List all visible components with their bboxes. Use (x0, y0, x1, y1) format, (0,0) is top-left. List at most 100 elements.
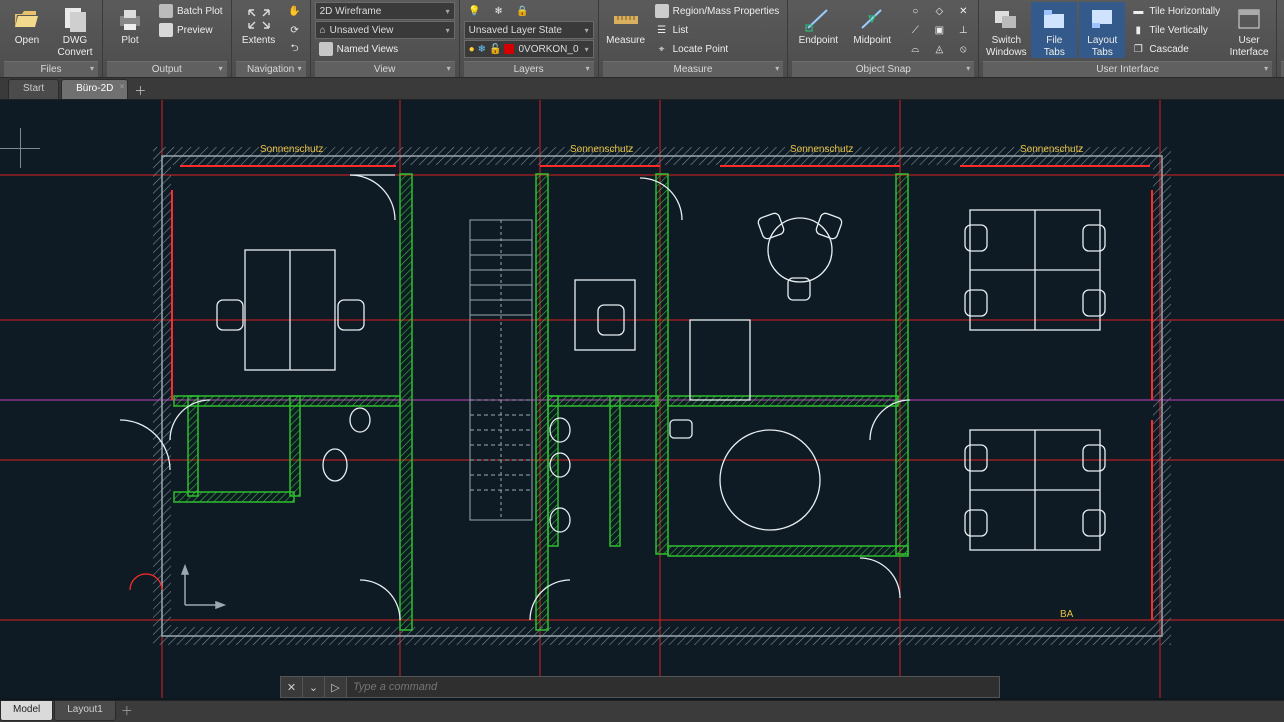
osnap-node-button[interactable]: ◇ (928, 2, 950, 20)
panel-title-measure[interactable]: Measure (603, 61, 784, 77)
tab-start[interactable]: Start (8, 79, 59, 99)
zoom-back-button[interactable]: ⮌ (284, 40, 306, 58)
list-button[interactable]: ☰List (651, 21, 784, 39)
measure-button[interactable]: Measure (603, 2, 649, 58)
endpoint-button[interactable]: Endpoint (792, 2, 844, 58)
dwg-convert-icon (60, 4, 90, 34)
osnap-nearest-button[interactable]: ◬ (928, 40, 950, 58)
batch-plot-button[interactable]: Batch Plot (155, 2, 227, 20)
plot-label: Plot (121, 35, 138, 46)
preview-button[interactable]: Preview (155, 21, 227, 39)
panel-osnap: Endpoint Midpoint ○ ◇ ✕ ⟋ ▣ ⊥ ⌓ (788, 0, 979, 77)
current-layer-dropdown[interactable]: ●❄🔓 0VORKON_0 (464, 40, 594, 58)
region-mass-button[interactable]: Region/Mass Properties (651, 2, 784, 20)
cmd-close-button[interactable]: ✕ (281, 677, 303, 697)
tile-vertically-button[interactable]: ▮Tile Vertically (1127, 21, 1224, 39)
panel-files: Open DWG Convert Files (0, 0, 103, 77)
ui-label2: Interface (1230, 47, 1269, 58)
endpoint-label: Endpoint (799, 35, 838, 46)
named-views-button[interactable]: Named Views (315, 40, 455, 58)
new-tab-button[interactable]: ＋ (130, 81, 150, 99)
drawing-canvas[interactable]: Sonnenschutz Sonnenschutz Sonnenschutz S… (0, 100, 1284, 698)
command-bar: ✕ ⌄ ▷ (280, 676, 1000, 698)
osnap-perp-button[interactable]: ⊥ (952, 21, 974, 39)
panel-layers: 💡 ❄ 🔒 Unsaved Layer State ●❄🔓 0VORKON_0 … (460, 0, 599, 77)
folder-open-icon (12, 4, 42, 34)
switch-label1: Switch (992, 35, 1021, 46)
panel-title-navigation[interactable]: Navigation (236, 61, 306, 77)
tab-model[interactable]: Model (0, 701, 53, 721)
osnap-insertion-icon: ▣ (932, 23, 946, 37)
lock-icon: 🔒 (516, 4, 530, 18)
layer-color-swatch (504, 44, 514, 54)
osnap-perp-icon: ⊥ (956, 23, 970, 37)
extents-icon (244, 4, 274, 34)
new-layout-button[interactable]: ＋ (117, 701, 137, 719)
dwg-convert-button[interactable]: DWG Convert (52, 2, 98, 58)
locate-point-label: Locate Point (673, 44, 729, 55)
osnap-center-icon: ○ (908, 4, 922, 18)
tile-horizontally-button[interactable]: ▬ Tile Horizontally (1127, 2, 1224, 20)
panel-title-view[interactable]: View (315, 61, 455, 77)
panel-title-output[interactable]: Output (107, 61, 227, 77)
ui-icon (1234, 4, 1264, 34)
layer-iso-icon: ❄ (492, 4, 506, 18)
osnap-nearest-icon: ◬ (932, 42, 946, 56)
switch-windows-button[interactable]: Switch Windows (983, 2, 1029, 58)
layer-iso-button[interactable]: ❄ (488, 2, 510, 20)
close-icon[interactable]: × (120, 82, 125, 91)
layer-state-dropdown[interactable]: Unsaved Layer State (464, 21, 594, 39)
file-tabs-toggle[interactable]: File Tabs (1031, 2, 1077, 58)
plot-button[interactable]: Plot (107, 2, 153, 58)
layer-lock-button[interactable]: 🔒 (512, 2, 534, 20)
panel-title-ui[interactable]: User Interface (983, 61, 1272, 77)
extents-button[interactable]: Extents (236, 2, 282, 58)
osnap-intersection-icon: ✕ (956, 4, 970, 18)
tab-layout1[interactable]: Layout1 (54, 701, 116, 721)
open-button[interactable]: Open (4, 2, 50, 58)
tile-h-icon: ▬ (1131, 4, 1145, 18)
tab-model-label: Model (13, 704, 40, 715)
batch-plot-label: Batch Plot (177, 6, 223, 17)
tab-document-label: Büro-2D (76, 83, 113, 94)
svg-text:Sonnenschutz: Sonnenschutz (570, 144, 633, 155)
osnap-center-button[interactable]: ○ (904, 2, 926, 20)
panel-title-files[interactable]: Files (4, 61, 98, 77)
osnap-insertion-button[interactable]: ▣ (928, 21, 950, 39)
cascade-button[interactable]: ❐Cascade (1127, 40, 1224, 58)
dwg-convert-label1: DWG (63, 35, 87, 46)
list-label: List (673, 25, 689, 36)
locate-point-button[interactable]: ⌖Locate Point (651, 40, 784, 58)
panel-title-osnap[interactable]: Object Snap (792, 61, 974, 77)
osnap-none-button[interactable]: ⦸ (952, 40, 974, 58)
osnap-extension-icon: ⟋ (908, 23, 922, 37)
switch-label2: Windows (986, 47, 1027, 58)
zoom-back-icon: ⮌ (288, 42, 302, 56)
saved-view-dropdown[interactable]: ⌂Unsaved View (315, 21, 455, 39)
layout-tabs-label1: Layout (1087, 35, 1117, 46)
midpoint-button[interactable]: Midpoint (846, 2, 898, 58)
svg-text:Sonnenschutz: Sonnenschutz (1020, 144, 1083, 155)
tab-document[interactable]: Büro-2D × (61, 79, 128, 99)
layout-tabs-toggle[interactable]: Layout Tabs (1079, 2, 1125, 58)
midpoint-icon (857, 4, 887, 34)
file-tabs-icon (1039, 4, 1069, 34)
panel-output: Plot Batch Plot Preview Output (103, 0, 232, 77)
pan-button[interactable]: ✋ (284, 2, 306, 20)
switch-windows-icon (991, 4, 1021, 34)
visual-style-dropdown[interactable]: 2D Wireframe (315, 2, 455, 20)
osnap-intersection-button[interactable]: ✕ (952, 2, 974, 20)
batch-plot-icon (159, 4, 173, 18)
osnap-extension-button[interactable]: ⟋ (904, 21, 926, 39)
region-mass-icon (655, 4, 669, 18)
orbit-button[interactable]: ⟳ (284, 21, 306, 39)
file-tabs-bar: Start Büro-2D × ＋ (0, 78, 1284, 100)
tile-h-label: Tile Horizontally (1149, 6, 1220, 17)
user-interface-button[interactable]: User Interface (1226, 2, 1272, 58)
command-input[interactable] (347, 677, 999, 697)
midpoint-label: Midpoint (853, 35, 891, 46)
panel-title-layers[interactable]: Layers (464, 61, 594, 77)
osnap-tangent-button[interactable]: ⌓ (904, 40, 926, 58)
cmd-recent-button[interactable]: ⌄ (303, 677, 325, 697)
layer-off-button[interactable]: 💡 (464, 2, 486, 20)
